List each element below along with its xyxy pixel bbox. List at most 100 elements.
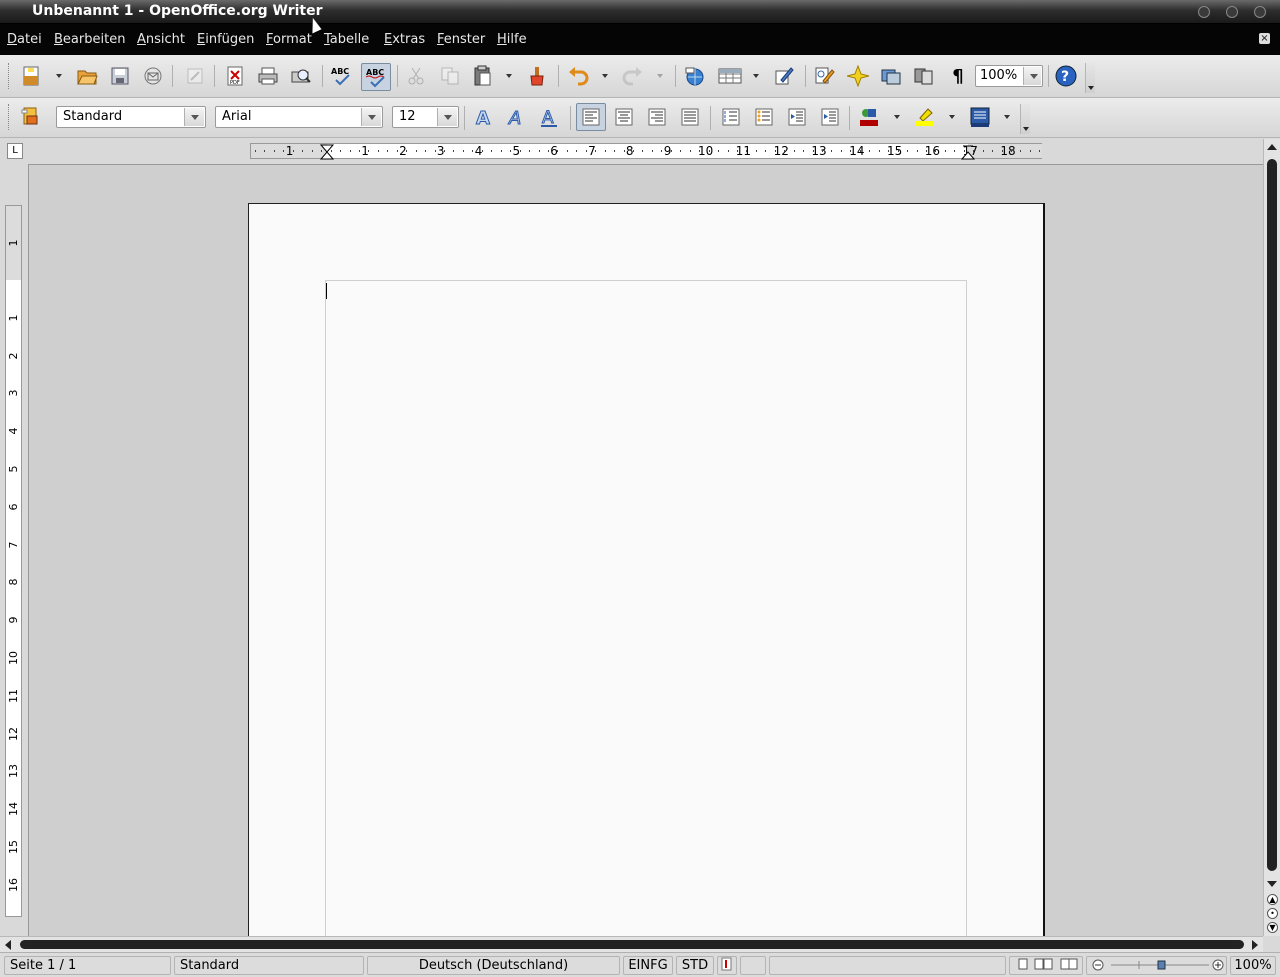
menu-tabelle[interactable]: Tabelle [324, 32, 369, 47]
redo-icon[interactable] [620, 63, 646, 89]
align-right-icon[interactable] [644, 104, 670, 130]
new-dropdown-icon[interactable] [55, 73, 63, 79]
bullets-icon[interactable] [751, 104, 777, 130]
right-indent-marker[interactable] [961, 144, 975, 160]
tab-type-selector[interactable]: L [7, 143, 23, 159]
font-name-combo[interactable]: Arial [215, 106, 383, 128]
undo-dropdown-icon[interactable] [601, 73, 609, 79]
zoom-combo[interactable]: 100% [975, 65, 1043, 87]
page-indicator[interactable]: Seite 1 / 1 [4, 956, 171, 975]
paste-icon[interactable] [469, 63, 495, 89]
document-page[interactable] [248, 203, 1045, 960]
navigation-icon[interactable]: • [1267, 908, 1278, 919]
autospellcheck-icon[interactable]: ABC [361, 63, 391, 91]
email-icon[interactable] [140, 63, 166, 89]
navigator-icon[interactable] [845, 63, 871, 89]
highlighting-dropdown-icon[interactable] [948, 114, 956, 120]
zoom-slider[interactable] [1086, 956, 1227, 975]
menu-datei[interactable]: Datei [7, 32, 42, 47]
help-icon[interactable]: ? [1053, 63, 1079, 89]
new-document-icon[interactable] [18, 63, 44, 89]
formatting-marks-icon[interactable]: ¶ [945, 63, 971, 89]
print-icon[interactable] [255, 63, 281, 89]
font-size-combo[interactable]: 12 [392, 106, 459, 128]
close-document-icon[interactable]: × [1259, 33, 1270, 44]
increase-indent-icon[interactable] [817, 104, 843, 130]
spellcheck-icon[interactable]: ABC [328, 63, 354, 89]
justify-icon[interactable] [677, 104, 703, 130]
font-color-dropdown-icon[interactable] [893, 114, 901, 120]
menu-format[interactable]: Format [266, 32, 312, 47]
vertical-scrollbar[interactable]: ▲ • ▼ [1263, 139, 1280, 936]
align-center-icon[interactable] [611, 104, 637, 130]
cut-icon[interactable] [403, 63, 429, 89]
menu-fenster[interactable]: Fenster [437, 32, 485, 47]
paste-dropdown-icon[interactable] [505, 73, 513, 79]
styles-formatting-icon[interactable] [18, 104, 44, 130]
insert-mode-indicator[interactable]: EINFG [623, 956, 673, 975]
zoom-percentage[interactable]: 100% [1230, 956, 1276, 975]
clone-formatting-icon[interactable] [524, 63, 550, 89]
toolbar-grip[interactable] [8, 63, 11, 89]
vertical-ruler[interactable]: 1 1 2 3 4 5 6 7 8 9 10 11 12 13 14 15 16 [5, 205, 22, 917]
table-dropdown-icon[interactable] [752, 73, 760, 79]
bold-icon[interactable]: A [470, 104, 496, 130]
undo-icon[interactable] [565, 63, 591, 89]
language-indicator[interactable]: Deutsch (Deutschland) [367, 956, 620, 975]
scroll-left-icon[interactable] [5, 940, 11, 950]
menu-einfuegen[interactable]: Einfügen [197, 32, 254, 47]
horizontal-scroll-thumb[interactable] [20, 940, 1244, 949]
menu-bearbeiten[interactable]: Bearbeiten [54, 32, 125, 47]
scroll-up-icon[interactable] [1267, 144, 1277, 150]
find-replace-icon[interactable] [812, 63, 838, 89]
export-pdf-icon[interactable]: PDF [222, 63, 248, 89]
scroll-right-icon[interactable] [1252, 940, 1258, 950]
decrease-indent-icon[interactable] [784, 104, 810, 130]
underline-icon[interactable]: A [536, 104, 562, 130]
maximize-button[interactable] [1226, 6, 1238, 18]
font-color-icon[interactable] [856, 104, 882, 130]
selection-mode-indicator[interactable]: STD [676, 956, 714, 975]
paragraph-style-combo[interactable]: Standard [56, 106, 206, 128]
toolbar-overflow-icon[interactable] [1020, 104, 1030, 134]
digital-signature-field[interactable] [740, 956, 766, 975]
background-color-dropdown-icon[interactable] [1003, 114, 1011, 120]
left-indent-marker[interactable] [320, 144, 334, 160]
print-preview-icon[interactable] [288, 63, 314, 89]
gallery-icon[interactable] [878, 63, 904, 89]
menu-ansicht[interactable]: Ansicht [137, 32, 185, 47]
scroll-down-icon[interactable] [1267, 881, 1277, 887]
data-sources-icon[interactable] [911, 63, 937, 89]
toolbar-grip[interactable] [8, 104, 11, 130]
menu-extras[interactable]: Extras [384, 32, 425, 47]
document-modified-icon[interactable] [717, 956, 737, 975]
minimize-button[interactable] [1198, 6, 1210, 18]
edit-file-icon[interactable] [182, 63, 208, 89]
hyperlink-icon[interactable] [682, 63, 708, 89]
show-draw-functions-icon[interactable] [771, 63, 797, 89]
italic-icon[interactable]: A [503, 104, 529, 130]
close-window-button[interactable] [1254, 6, 1266, 18]
chevron-down-icon[interactable] [1023, 67, 1041, 85]
background-color-icon[interactable] [967, 104, 993, 130]
next-page-icon[interactable]: ▼ [1267, 922, 1278, 933]
page-style-indicator[interactable]: Standard [174, 956, 364, 975]
numbering-icon[interactable] [718, 104, 744, 130]
document-area[interactable] [28, 164, 1263, 960]
chevron-down-icon[interactable] [437, 108, 457, 126]
open-folder-icon[interactable] [74, 63, 100, 89]
save-icon[interactable] [107, 63, 133, 89]
copy-icon[interactable] [437, 63, 463, 89]
text-area-boundary[interactable] [325, 280, 967, 960]
chevron-down-icon[interactable] [184, 108, 204, 126]
menu-hilfe[interactable]: Hilfe [497, 32, 527, 47]
horizontal-scrollbar[interactable] [0, 936, 1263, 952]
vertical-scroll-thumb[interactable] [1267, 159, 1277, 871]
toolbar-overflow-icon[interactable] [1085, 63, 1095, 93]
chevron-down-icon[interactable] [361, 108, 381, 126]
horizontal-ruler[interactable]: 1 1 2 3 4 5 6 7 8 9 10 11 12 13 14 15 16 17 18 [250, 143, 1042, 160]
table-icon[interactable] [716, 63, 744, 89]
highlighting-icon[interactable] [912, 104, 938, 130]
align-left-icon[interactable] [576, 103, 606, 131]
redo-dropdown-icon[interactable] [656, 73, 664, 79]
